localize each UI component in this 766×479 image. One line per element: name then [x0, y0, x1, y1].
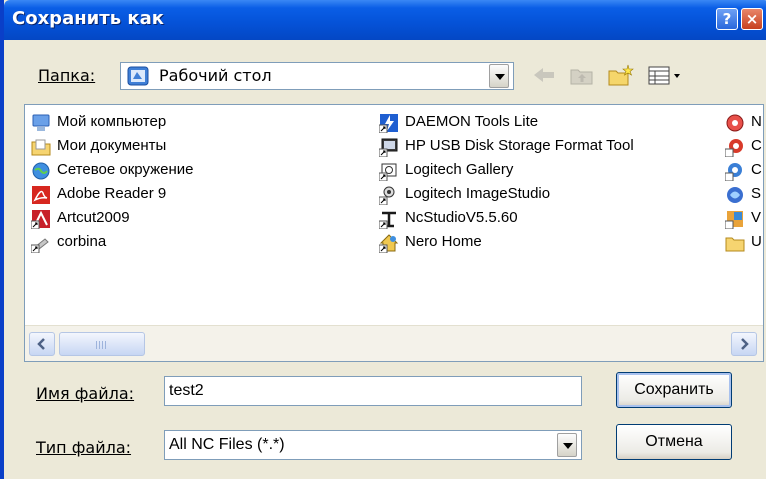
title-bar[interactable]: Сохранить как ? × — [4, 0, 766, 40]
my-documents-icon — [31, 139, 51, 156]
save-button[interactable]: Сохранить — [616, 372, 732, 408]
horizontal-scrollbar[interactable] — [25, 325, 763, 361]
nero-home-icon — [379, 234, 399, 253]
artcut-icon — [31, 210, 50, 229]
connection-icon — [31, 238, 49, 253]
scroll-right-button[interactable] — [731, 332, 757, 356]
close-button[interactable]: × — [741, 8, 763, 30]
app-icon — [727, 187, 743, 203]
filetype-select[interactable]: All NC Files (*.*) — [164, 430, 582, 460]
file-list[interactable]: Мой компьютер Мои документы Сетевое окру… — [24, 104, 764, 362]
folder-value: Рабочий стол — [159, 66, 272, 85]
save-as-dialog: Сохранить как ? × Папка: Рабочий стол Мо… — [0, 0, 766, 479]
dialog-body: Папка: Рабочий стол Мой компьютер Мои до… — [8, 40, 766, 479]
app-icon — [725, 139, 743, 157]
help-button[interactable]: ? — [716, 8, 738, 30]
scroll-grip-icon — [96, 341, 108, 349]
scroll-thumb[interactable] — [59, 332, 145, 356]
filetype-label-text: Тип файла: — [36, 438, 132, 457]
filetype-value: All NC Files (*.*) — [169, 436, 285, 453]
daemon-tools-icon — [379, 114, 398, 133]
filename-label-text: Имя файла: — [36, 384, 135, 403]
folder-icon — [725, 237, 745, 252]
scroll-left-button[interactable] — [29, 332, 55, 356]
cancel-button[interactable]: Отмена — [616, 424, 732, 460]
logitech-gallery-icon — [379, 163, 397, 181]
app-icon — [725, 211, 743, 229]
hp-usb-icon — [379, 138, 398, 157]
folder-label-text: Папка: — [38, 66, 96, 85]
app-icon — [725, 163, 742, 181]
chevron-right-icon — [741, 338, 749, 350]
app-icon — [726, 114, 744, 132]
up-folder-icon[interactable] — [568, 62, 596, 88]
filename-label: Имя файла: — [36, 384, 134, 403]
adobe-reader-icon — [32, 186, 50, 204]
chevron-left-icon — [37, 338, 45, 350]
filetype-dropdown-button[interactable] — [557, 433, 577, 457]
window-title: Сохранить как — [12, 8, 164, 29]
ncstudio-icon — [379, 211, 396, 229]
logitech-imagestudio-icon — [379, 186, 395, 205]
filetype-label: Тип файла: — [36, 438, 131, 457]
filename-field[interactable]: test2 — [164, 376, 582, 406]
folder-combo[interactable]: Рабочий стол — [120, 62, 514, 90]
network-icon — [32, 162, 50, 180]
new-folder-icon[interactable] — [606, 62, 636, 88]
filename-value: test2 — [169, 382, 204, 399]
folder-label: Папка: — [38, 66, 95, 85]
back-icon[interactable] — [530, 62, 558, 88]
desktop-icon — [127, 66, 149, 86]
view-menu-icon[interactable] — [646, 62, 686, 88]
folder-dropdown-button[interactable] — [489, 64, 509, 88]
my-computer-icon — [32, 114, 50, 131]
